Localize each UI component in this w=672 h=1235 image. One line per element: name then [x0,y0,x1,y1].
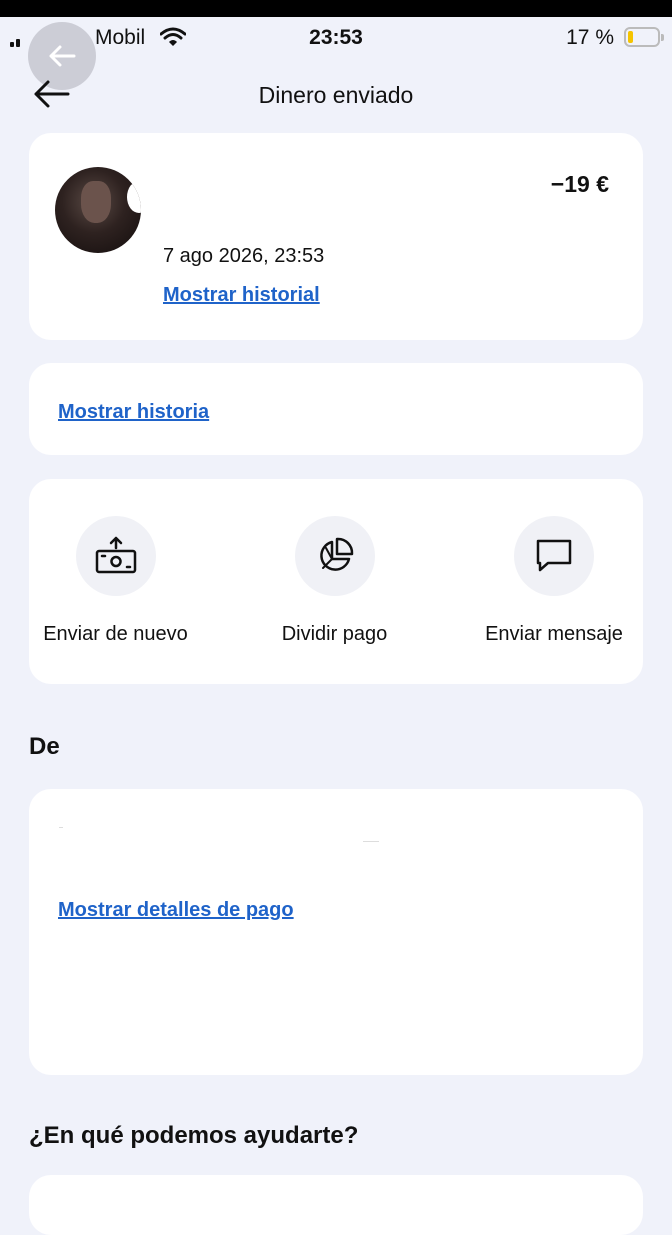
transaction-datetime: 7 ago 2026, 23:53 [163,245,325,267]
battery-icon [624,27,664,47]
split-payment-label: Dividir pago [281,623,388,645]
send-again-button[interactable] [75,516,156,596]
show-payment-details-link[interactable]: Mostrar detalles de pago [58,899,294,922]
transaction-summary-card: −19 € 7 ago 2026, 23:53 Mostrar historia… [29,133,643,340]
top-black-strip [0,0,672,17]
send-again-action[interactable]: Enviar de nuevo [38,516,193,646]
battery-percent: 17 % [566,26,614,49]
banknote-upload-icon [95,536,136,574]
send-message-button[interactable] [514,516,594,596]
history-card: Mostrar historia [29,363,643,455]
status-bar: Mobil 23:53 17 % [0,17,672,90]
send-again-label: Enviar de nuevo [43,623,188,645]
help-heading: ¿En qué podemos ayudarte? [29,1122,359,1149]
redacted-text [363,841,379,842]
send-message-action[interactable]: Enviar mensaje [469,516,639,646]
redacted-text [59,827,63,828]
pie-chart-icon [319,537,353,571]
split-payment-button[interactable] [294,516,375,596]
show-history-link-2[interactable]: Mostrar historia [58,401,209,424]
chat-bubble-icon [536,539,572,572]
battery-fill [628,31,633,43]
recipient-avatar[interactable] [55,167,141,253]
help-card [29,1175,643,1235]
send-message-label: Enviar mensaje [485,623,623,645]
from-heading: De [29,733,60,760]
page-title: Dinero enviado [258,82,414,108]
show-history-link[interactable]: Mostrar historial [163,284,320,307]
page-header: Dinero enviado [0,70,672,120]
split-payment-action[interactable]: Dividir pago [257,516,412,646]
actions-card: Enviar de nuevo Dividir pago Enviar mens… [29,479,643,684]
payment-source-card [29,789,643,1075]
transaction-amount: −19 € [550,171,609,197]
